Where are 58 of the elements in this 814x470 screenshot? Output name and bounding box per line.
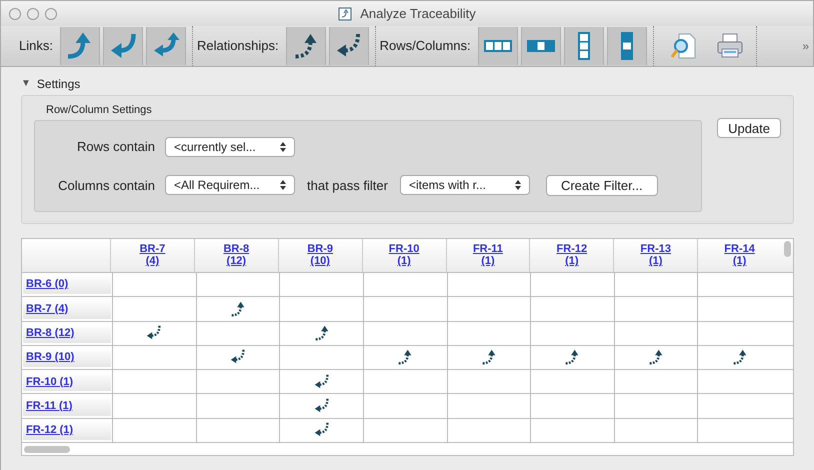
row-header-link[interactable]: BR-7 (4) [26,300,68,318]
toolbar-button[interactable] [564,26,604,65]
toolbar-button[interactable] [328,26,369,65]
column-header-link[interactable]: FR-10 (1) [362,238,446,272]
row-header-link[interactable]: FR-12 (1) [26,422,74,439]
columns-select[interactable]: <All Requirem... [165,175,295,196]
row-header-link[interactable]: BR-8 (12) [26,324,74,342]
stepper-arrows-icon [280,142,286,152]
row-header-link[interactable]: FR-10 (1) [26,374,74,390]
stepper-arrows-icon [514,180,521,190]
column-header-link[interactable]: BR-9 (10) [278,238,362,272]
dashed-left-arrow-icon [312,372,331,391]
row-header-link[interactable]: BR-9 (10) [26,349,74,366]
toolbar-button[interactable] [520,26,561,65]
horizontal-scroll-thumb[interactable] [24,446,70,452]
columns-label: Columns contain [57,176,155,195]
toolbar-group-label: Links: [19,37,53,56]
single-column-icon [526,38,556,53]
single-row-icon [620,30,634,61]
three-columns-icon [482,38,513,53]
stepper-arrows-icon [280,180,286,190]
update-button[interactable]: Update [717,118,781,138]
toolbar-group-label: Rows/Columns: [380,37,471,56]
column-header-link[interactable]: BR-8 (12) [194,238,278,272]
row-header-link[interactable]: FR-11 (1) [26,398,72,414]
column-header-link[interactable]: FR-14 (1) [697,238,781,272]
dashed-up-arrow-icon [228,300,247,318]
dashed-up-arrow-icon [312,324,331,342]
toolbar-button[interactable] [286,26,326,65]
create-filter-button[interactable]: Create Filter... [546,174,658,196]
vertical-scroll-thumb[interactable] [784,240,791,257]
toolbar-button[interactable] [146,26,186,65]
disclosure-triangle[interactable]: ▼ [21,76,31,92]
section-title: Settings [36,76,80,93]
column-header-link[interactable]: BR-7 (4) [110,238,194,272]
toolbar-button[interactable] [102,26,143,65]
window-control-button[interactable] [27,8,39,20]
toolbar-group-label: Relationships: [196,37,279,56]
overflow-chevron[interactable]: » [802,36,809,55]
filter-label: that pass filter [307,176,388,195]
column-header-link[interactable]: FR-11 (1) [446,238,530,272]
rows-label: Rows contain [76,138,155,156]
group-title: Row/Column Settings [46,102,153,118]
window-title: Analyze Traceability [360,4,476,23]
window-app-icon [338,6,352,21]
toolbar-button[interactable] [60,26,100,65]
window-control-button[interactable] [45,8,57,20]
three-rows-icon [576,30,591,61]
filter-select[interactable]: <items with r... [400,175,530,196]
dashed-up-arrow-icon [480,348,498,366]
toolbar-button[interactable] [606,26,647,65]
dashed-up-arrow-icon [730,348,749,366]
column-header-link[interactable]: FR-13 (1) [613,238,698,272]
toolbar-button[interactable] [478,26,518,65]
rows-select[interactable]: <currently sel... [165,136,295,157]
column-header-link[interactable]: FR-12 (1) [529,238,614,272]
row-header-link[interactable]: BR-6 (0) [26,276,68,293]
window-control-button[interactable] [9,8,21,20]
